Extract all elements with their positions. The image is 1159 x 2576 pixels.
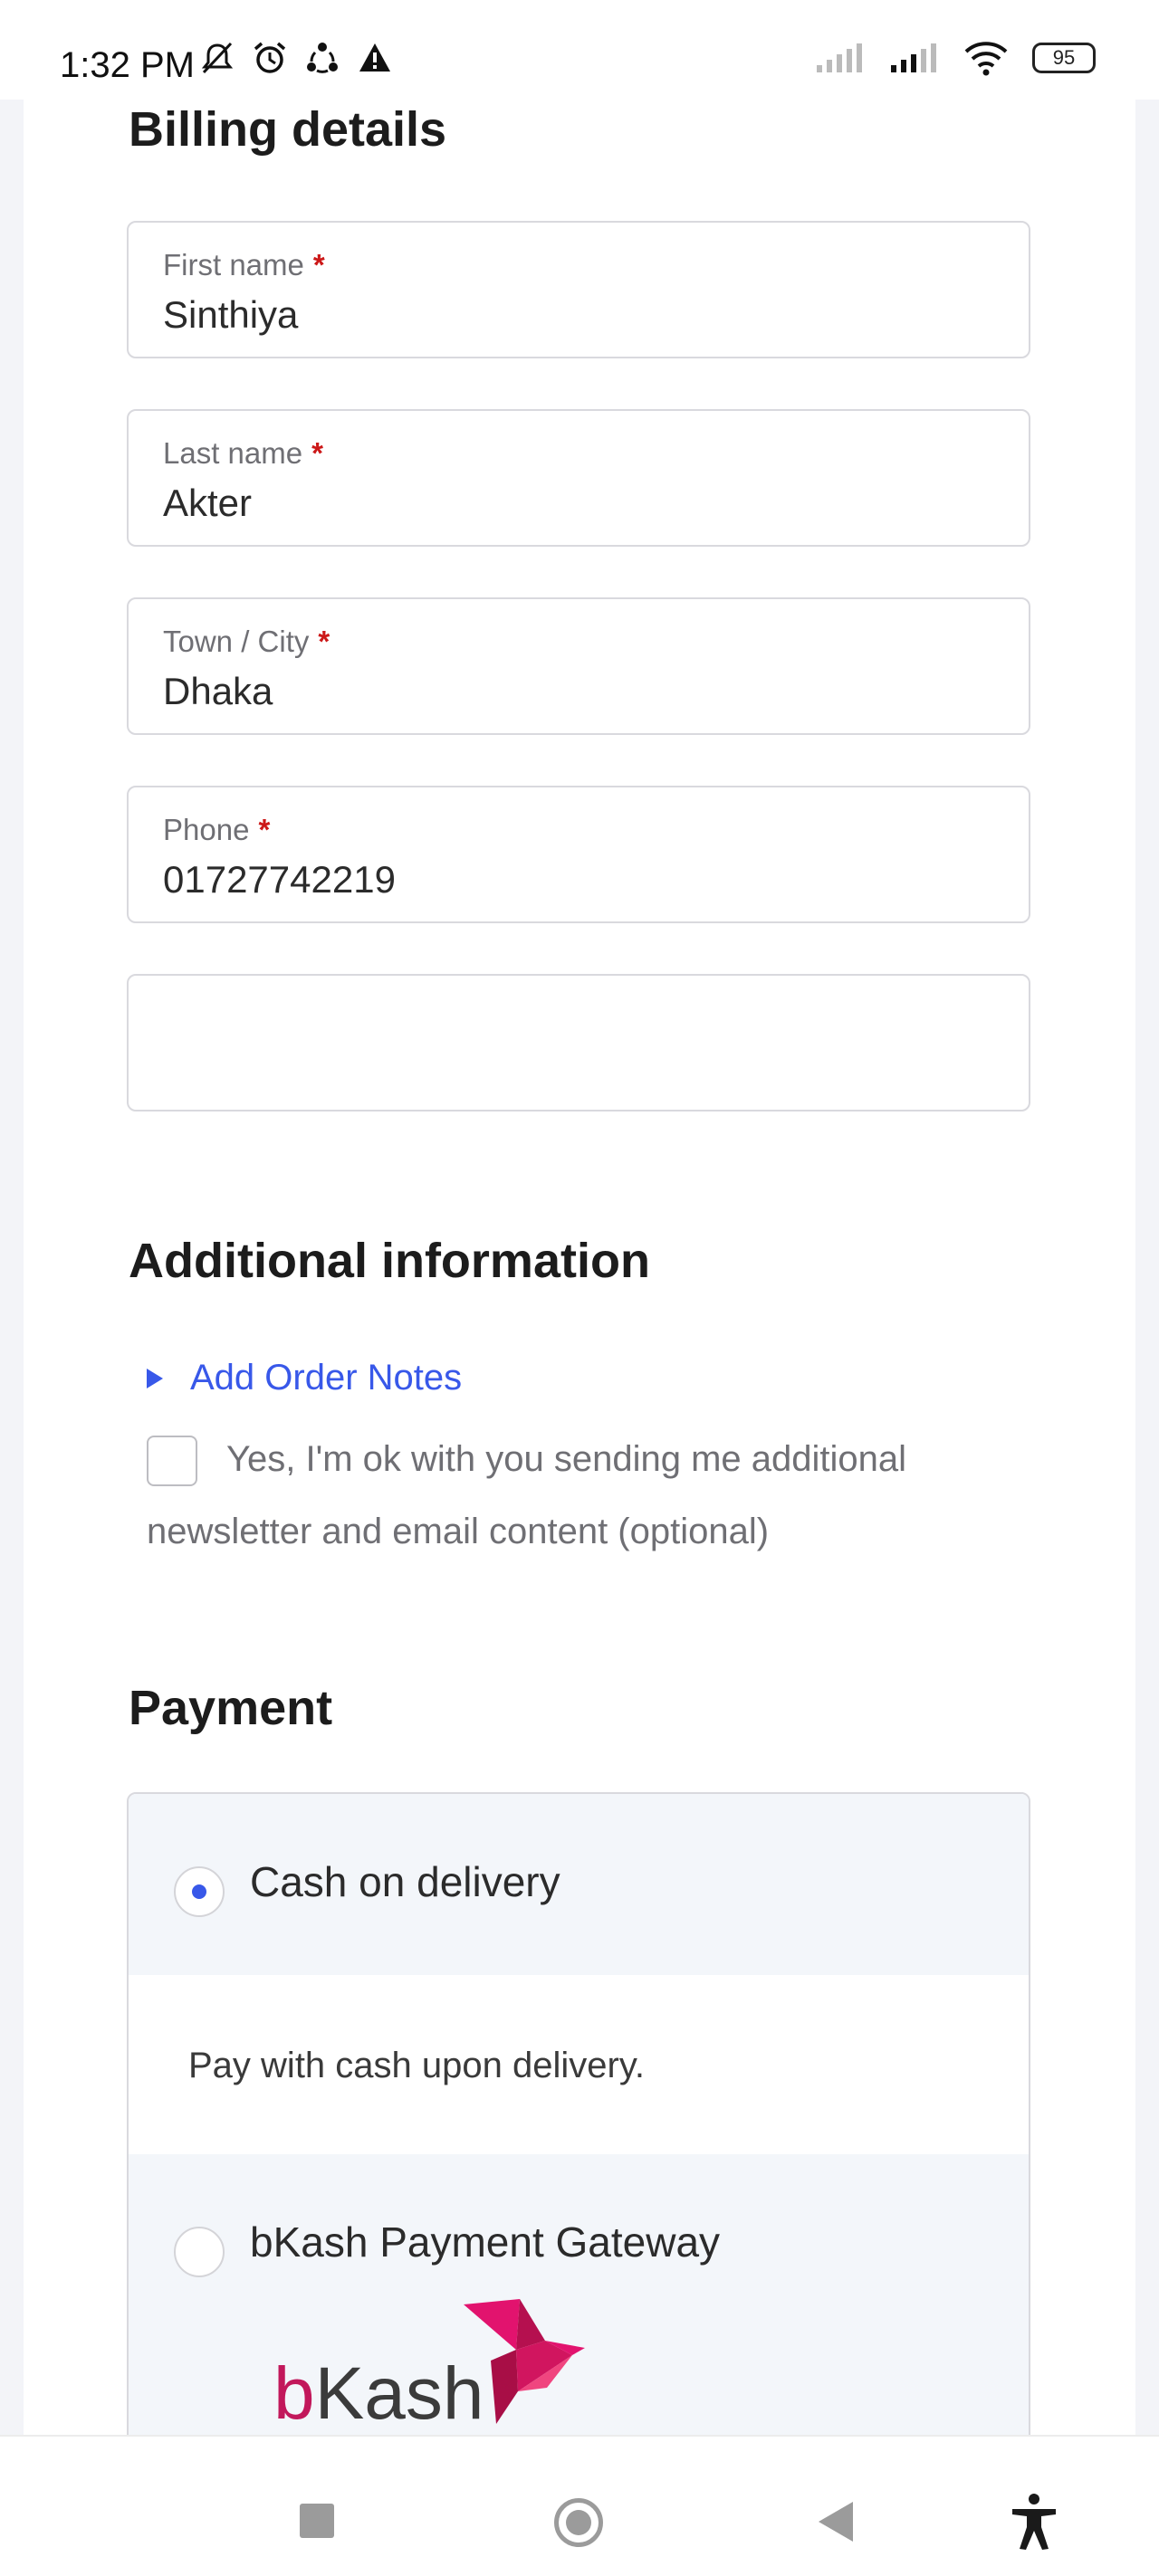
status-icons-right: 95 <box>815 40 1096 76</box>
accessibility-icon[interactable] <box>1009 2493 1059 2551</box>
first-name-field[interactable]: First name * Sinthiya <box>127 221 1030 358</box>
first-name-value: Sinthiya <box>163 293 299 336</box>
page-margin-right <box>1135 100 1159 2435</box>
payment-heading: Payment <box>129 1681 333 1735</box>
bkash-logo-text: bKash <box>273 2352 484 2435</box>
alarm-icon <box>254 42 286 73</box>
status-icons-left <box>199 40 393 76</box>
empty-field[interactable] <box>127 974 1030 1111</box>
required-mark: * <box>311 436 323 470</box>
payment-option-cod[interactable]: Cash on delivery <box>129 1794 1029 1977</box>
disclosure-triangle-icon <box>147 1368 163 1388</box>
warning-icon <box>359 43 390 72</box>
sync-icon <box>307 43 338 73</box>
additional-info-heading: Additional information <box>129 1234 650 1288</box>
required-mark: * <box>318 625 330 658</box>
payment-methods: Cash on delivery Pay with cash upon deli… <box>127 1792 1030 2444</box>
signal-icon <box>891 43 936 72</box>
bkash-radio[interactable] <box>174 2227 225 2277</box>
recents-square-icon[interactable] <box>300 2504 334 2538</box>
town-city-label: Town / City * <box>163 625 330 658</box>
back-triangle-icon[interactable] <box>819 2502 853 2542</box>
mute-icon <box>201 42 234 74</box>
billing-heading: Billing details <box>129 102 447 157</box>
page-margin-left <box>0 100 24 2435</box>
payment-option-bkash[interactable]: bKash Payment Gateway bKash <box>129 2154 1029 2442</box>
home-circle-icon[interactable] <box>554 2498 603 2547</box>
last-name-value: Akter <box>163 482 253 524</box>
last-name-label: Last name * <box>163 436 323 470</box>
status-time: 1:32 PM <box>60 45 195 85</box>
town-city-field[interactable]: Town / City * Dhaka <box>127 597 1030 735</box>
cod-label: Cash on delivery <box>250 1858 560 1905</box>
cod-description-text: Pay with cash upon delivery. <box>188 2046 645 2085</box>
first-name-label: First name * <box>163 248 325 281</box>
required-mark: * <box>312 248 325 281</box>
wifi-icon <box>964 42 1008 76</box>
status-bar: 1:32 PM 95 <box>0 0 1159 100</box>
add-order-notes-label: Add Order Notes <box>190 1358 463 1398</box>
system-nav-bar <box>0 2435 1159 2576</box>
newsletter-label: Yes, I'm ok with you sending me addition… <box>147 1439 907 1551</box>
last-name-field[interactable]: Last name * Akter <box>127 409 1030 547</box>
bkash-logo: bKash <box>273 2297 599 2435</box>
phone-value: 01727742219 <box>163 858 396 901</box>
cod-radio[interactable] <box>174 1866 225 1917</box>
bkash-bird-icon <box>464 2299 585 2424</box>
signal-icon <box>817 43 862 72</box>
town-city-value: Dhaka <box>163 670 273 712</box>
add-order-notes-toggle[interactable]: Add Order Notes <box>147 1358 462 1398</box>
phone-label: Phone * <box>163 813 271 846</box>
cod-description: Pay with cash upon delivery. <box>129 1975 1029 2156</box>
bkash-label: bKash Payment Gateway <box>250 2218 721 2266</box>
required-mark: * <box>258 813 271 846</box>
phone-field[interactable]: Phone * 01727742219 <box>127 786 1030 923</box>
battery-icon: 95 <box>1032 43 1096 73</box>
